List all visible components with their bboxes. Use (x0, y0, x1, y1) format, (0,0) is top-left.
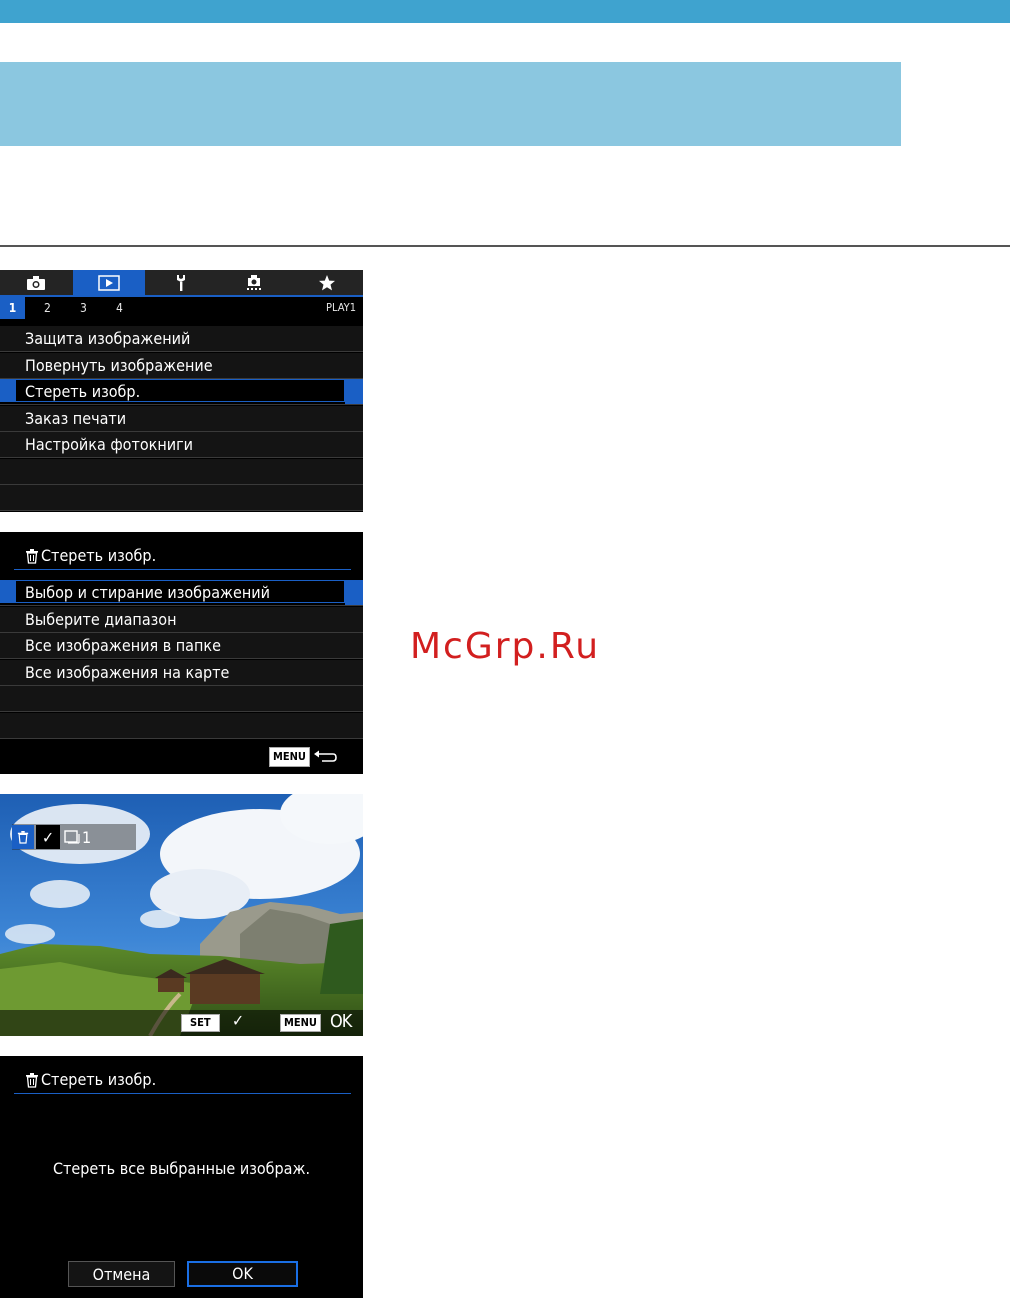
set-button-chip[interactable]: SET (181, 1014, 220, 1032)
erase-mode-indicator (12, 825, 34, 849)
menu-item-label: Выберите диапазон (25, 609, 177, 629)
selected-count-value: 1 (82, 827, 92, 847)
wrench-icon (177, 274, 186, 291)
menu-item-empty (0, 458, 363, 485)
ok-button[interactable]: OK (187, 1261, 298, 1287)
screen-title-text: Стереть изобр. (41, 546, 157, 565)
menu-item-select-and-erase[interactable]: Выбор и стирание изображений (0, 580, 363, 606)
menu-item-empty (0, 686, 363, 712)
return-arrow-icon (313, 750, 337, 762)
trash-icon (17, 831, 29, 844)
menu-item-all-in-folder[interactable]: Все изображения в папке (0, 633, 363, 659)
watermark: McGrp.Ru (410, 626, 601, 667)
tab-shooting[interactable] (0, 270, 73, 295)
selection-status-overlay: ✓ 1 (12, 824, 136, 850)
menu-item-protect-images[interactable]: Защита изображений (0, 326, 363, 352)
ok-label: OK (330, 1011, 352, 1032)
screen-title: Стереть изобр. (25, 1070, 156, 1089)
subtab-3[interactable]: 3 (80, 297, 87, 319)
camera-screen-image-select: ✓ 1 SET ✓ MENU OK (0, 794, 363, 1036)
subtab-1[interactable]: 1 (0, 297, 25, 319)
menu-button-chip[interactable]: MENU (280, 1014, 321, 1032)
subtab-4[interactable]: 4 (116, 297, 123, 319)
divider-line (0, 245, 1010, 247)
top-banner (0, 0, 1010, 23)
selection-highlight-edge (345, 379, 363, 404)
confirm-message: Стереть все выбранные изображ. (52, 1159, 311, 1178)
menu-button-chip: MENU (269, 747, 310, 767)
bottom-guide-bar: SET ✓ MENU OK (0, 1010, 363, 1036)
menu-item-label: Защита изображений (25, 329, 191, 348)
menu-item-label: Настройка фотокниги (25, 435, 193, 454)
section-title-band (0, 62, 901, 146)
image-count-icon (64, 830, 80, 844)
camera-screen-erase-menu: Стереть изобр. Выбор и стирание изображе… (0, 532, 363, 774)
star-icon (318, 274, 335, 290)
selection-highlight-edge (345, 580, 363, 605)
menu-item-select-range[interactable]: Выберите диапазон (0, 606, 363, 633)
menu-back-button[interactable]: MENU (269, 746, 341, 768)
menu-item-label: Повернуть изображение (25, 355, 213, 375)
tab-playback[interactable] (72, 270, 146, 295)
checkmark-icon: ✓ (232, 1011, 245, 1030)
playback-icon (98, 274, 120, 291)
tab-my-menu[interactable] (290, 270, 363, 295)
menu-item-empty (0, 712, 363, 739)
menu-item-print-order[interactable]: Заказ печати (0, 405, 363, 432)
tab-custom-functions[interactable] (218, 270, 291, 295)
checkmark-icon[interactable]: ✓ (36, 825, 60, 849)
menu-item-label: Стереть изобр. (25, 382, 141, 401)
menu-item-label: Заказ печати (25, 408, 127, 428)
menu-item-photobook-setup[interactable]: Настройка фотокниги (0, 432, 363, 458)
camera-screen-erase-confirm: Стереть изобр. Стереть все выбранные изо… (0, 1056, 363, 1298)
trash-icon (26, 548, 38, 564)
menu-item-label: Все изображения на карте (25, 662, 230, 682)
menu-item-label: Выбор и стирание изображений (25, 583, 270, 602)
title-underline (14, 1093, 351, 1094)
menu-subtabs: 1 2 3 4 PLAY1 (0, 297, 363, 319)
menu-item-label: Все изображения в папке (25, 636, 221, 655)
menu-item-erase-images[interactable]: Стереть изобр. (0, 379, 363, 405)
menu-page-label: PLAY1 (326, 301, 356, 314)
screen-title-text: Стереть изобр. (41, 1070, 157, 1089)
menu-item-rotate-image[interactable]: Повернуть изображение (0, 352, 363, 379)
tab-setup[interactable] (145, 270, 218, 295)
trash-icon (26, 1072, 38, 1088)
camera-icon (27, 275, 46, 290)
menu-tabs (0, 270, 363, 295)
selected-count: 1 (60, 825, 136, 849)
camera-screen-playback-menu: 1 2 3 4 PLAY1 Защита изображений Поверну… (0, 270, 363, 512)
menu-item-all-on-card[interactable]: Все изображения на карте (0, 659, 363, 686)
menu-item-empty (0, 485, 363, 511)
cancel-button[interactable]: Отмена (68, 1261, 175, 1287)
screen-title: Стереть изобр. (25, 546, 156, 565)
subtab-2[interactable]: 2 (44, 297, 51, 319)
title-underline (14, 569, 351, 570)
custom-function-icon (247, 274, 262, 290)
